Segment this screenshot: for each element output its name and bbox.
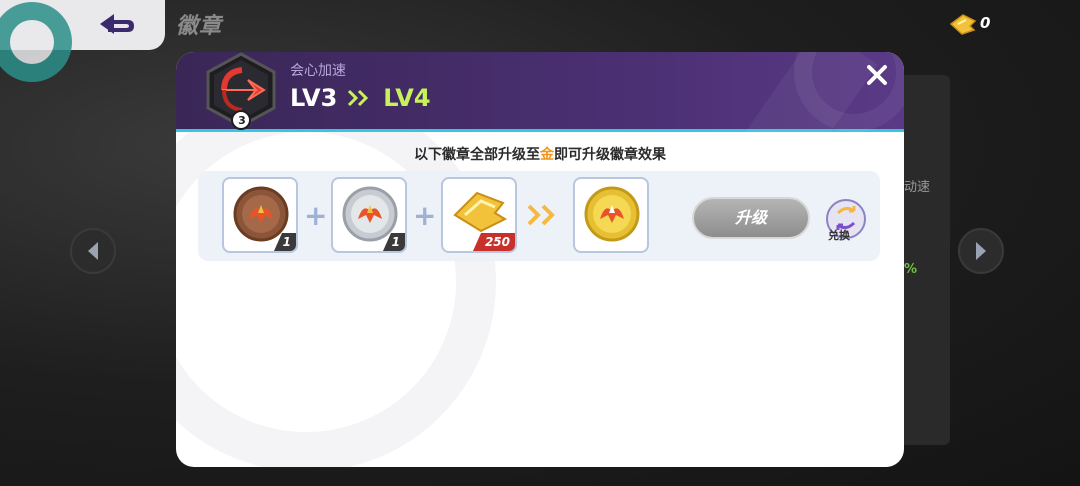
badge-upgrade-dialog: 3 会心加速 LV3 LV4 以下徽章全部升级至金即可升级徽章效果 1 + 1 … [176,52,904,467]
currency-count: 0 [980,14,991,32]
dialog-header: 3 会心加速 LV3 LV4 [176,52,904,180]
close-icon[interactable] [862,60,892,90]
level-change: LV3 LV4 [290,84,431,112]
highlight-gold: 金 [540,147,554,163]
badge-level-label: 3 [238,114,246,127]
upgrade-materials-row: 1 + 1 + 250 升级 兑换 [198,171,880,261]
screen-title: 徽章 [176,14,223,39]
double-chevron-icon [527,204,555,226]
exchange-label: 兑换 [828,229,850,242]
gold-badge-slot[interactable] [573,177,649,253]
level-to: LV4 [383,84,431,112]
back-icon[interactable] [94,10,138,38]
plus-icon: + [304,199,328,232]
ticket-icon [453,191,508,233]
upgrade-instruction: 以下徽章全部升级至金即可升级徽章效果 [414,147,666,163]
ticket-icon [949,14,977,35]
gold-badge-icon [584,186,640,242]
chevron-left-icon [88,242,98,260]
background-text: 动速 [904,180,931,195]
level-from: LV3 [290,84,338,112]
bronze-badge-slot[interactable]: 1 [222,177,298,253]
silver-badge-slot[interactable]: 1 [331,177,407,253]
skill-name: 会心加速 [290,63,346,79]
plus-icon: + [413,199,437,232]
prev-button[interactable] [70,228,116,274]
double-chevron-icon [348,89,369,107]
silver-badge-icon [342,186,398,242]
ticket-slot[interactable]: 250 [441,177,517,253]
top-bar [0,0,165,82]
bronze-badge-icon [233,186,289,242]
next-button[interactable] [958,228,1004,274]
upgrade-button[interactable]: 升级 [692,197,810,239]
background-percent: % [904,262,918,277]
chevron-right-icon [976,242,986,260]
